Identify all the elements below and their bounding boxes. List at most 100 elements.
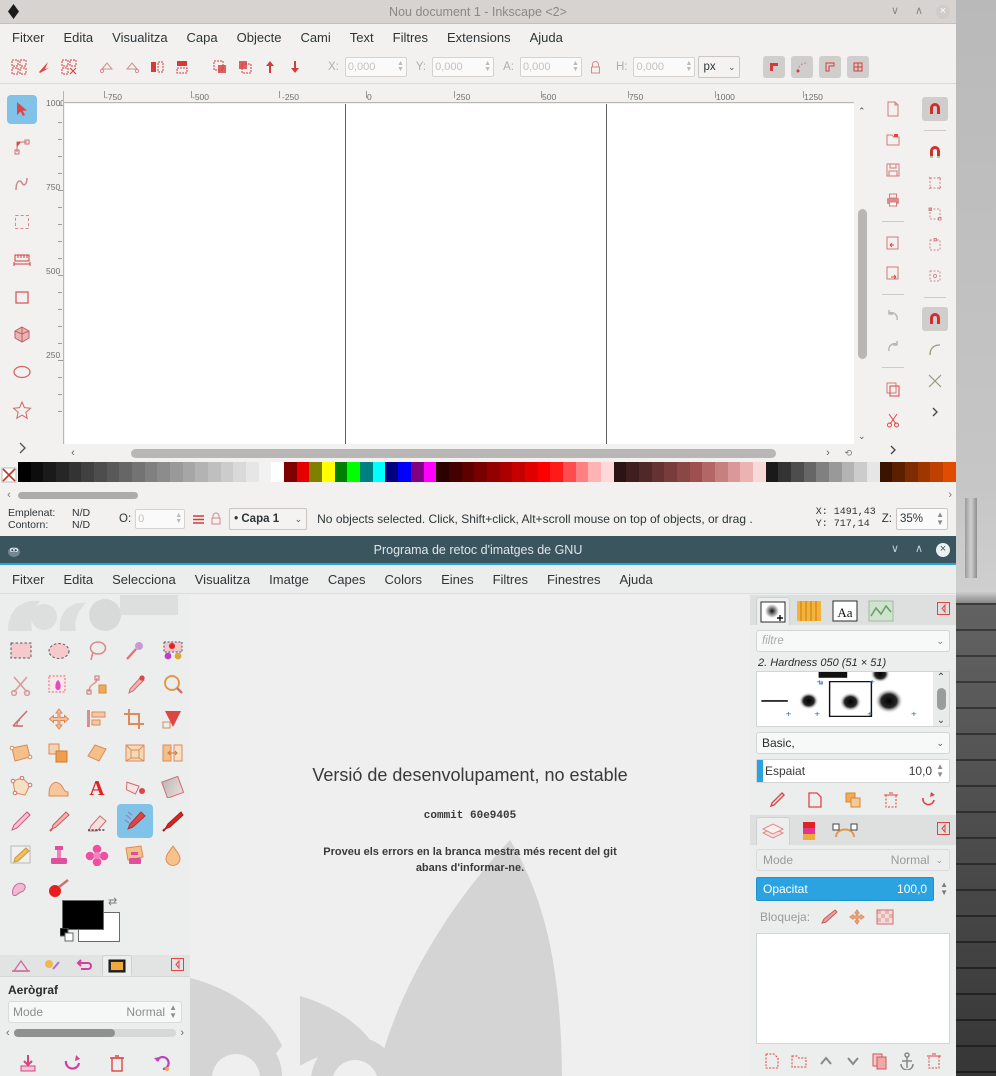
pencil-tool[interactable]	[3, 804, 39, 838]
layer-opacity-row[interactable]: Opacitat 100,0	[756, 877, 935, 901]
delete-tool-preset-icon[interactable]	[107, 1053, 127, 1073]
blur-sharpen-tool[interactable]	[155, 838, 191, 872]
scissors-select-tool[interactable]	[3, 668, 39, 702]
menu-item-capes[interactable]: Capes	[328, 572, 366, 587]
palette-swatch[interactable]	[562, 462, 576, 482]
a-field[interactable]: 0,000 ▲ ▼	[519, 57, 582, 77]
y-field[interactable]: 0,000 ▲ ▼	[432, 57, 495, 77]
raise-to-top-icon[interactable]	[209, 56, 231, 78]
palette-swatch[interactable]	[18, 462, 31, 482]
brush-filter-input[interactable]: filtre ⌄	[756, 630, 950, 652]
alignment-tool[interactable]	[79, 702, 115, 736]
layers-tab[interactable]	[756, 817, 790, 845]
palette-swatch[interactable]	[309, 462, 323, 482]
object-rotate-90-ccw-icon[interactable]	[96, 56, 118, 78]
lower-layer-icon[interactable]	[844, 1052, 862, 1070]
horizontal-ruler[interactable]: -750 -500 -250 0 250 500 750 1000 1250	[64, 91, 854, 103]
palette-swatch[interactable]	[867, 462, 880, 482]
palette-swatch[interactable]	[892, 462, 906, 482]
palette-swatch[interactable]	[854, 462, 868, 482]
palette-swatch[interactable]	[714, 462, 728, 482]
palette-swatch[interactable]	[30, 462, 44, 482]
foreground-color-swatch[interactable]	[62, 900, 104, 930]
default-colors-icon[interactable]	[60, 928, 74, 942]
ellipse-select-tool[interactable]	[41, 634, 77, 668]
images-tab[interactable]	[102, 955, 132, 976]
palette-swatch[interactable]	[94, 462, 107, 482]
menu-item-capa[interactable]: Capa	[187, 30, 218, 45]
palette-swatch[interactable]	[182, 462, 196, 482]
layer-list[interactable]	[756, 933, 950, 1044]
palette-swatch[interactable]	[271, 462, 285, 482]
palette-swatch[interactable]	[550, 462, 563, 482]
menu-item-ajuda[interactable]: Ajuda	[619, 572, 652, 587]
palette-swatch[interactable]	[829, 462, 842, 482]
units-select[interactable]: px ⌄	[698, 56, 741, 78]
menu-item-ajuda[interactable]: Ajuda	[530, 30, 563, 45]
crop-tool[interactable]	[117, 702, 153, 736]
undo-history-tab[interactable]	[70, 955, 100, 976]
toolbox-wilber-drop-area[interactable]	[0, 595, 190, 631]
palette-swatch[interactable]	[486, 462, 500, 482]
palette-swatch[interactable]	[144, 462, 158, 482]
save-document-icon[interactable]	[880, 158, 906, 182]
rectangle-tool[interactable]	[7, 283, 37, 312]
bezier-tool[interactable]	[7, 170, 37, 199]
close-icon[interactable]: ×	[936, 542, 950, 557]
foreground-background-color[interactable]: ⇄	[60, 896, 122, 942]
undo-icon[interactable]	[880, 304, 906, 328]
lower-icon[interactable]	[284, 56, 306, 78]
brush-grid-scrollbar[interactable]: ⌃ ⌄	[933, 672, 949, 726]
menu-item-edita[interactable]: Edita	[64, 572, 94, 587]
tool-options-tab[interactable]	[6, 955, 36, 976]
edit-brush-icon[interactable]	[768, 791, 786, 809]
menu-item-objecte[interactable]: Objecte	[237, 30, 282, 45]
warp-tool[interactable]	[41, 770, 77, 804]
palette-swatch[interactable]	[499, 462, 513, 482]
close-icon[interactable]: ×	[936, 4, 950, 19]
restore-tool-preset-icon[interactable]	[63, 1053, 83, 1073]
menu-item-selecciona[interactable]: Selecciona	[112, 572, 176, 587]
canvas-horizontal-scrollbar[interactable]: ‹ › ⟲	[65, 444, 854, 462]
gimp-empty-canvas[interactable]: Versió de desenvolupament, no estable co…	[190, 595, 750, 1076]
menu-item-filtres[interactable]: Filtres	[493, 572, 528, 587]
new-layer-group-icon[interactable]	[790, 1052, 808, 1070]
brush-spacing-row[interactable]: Espaiat 10,0 ▲ ▼	[756, 759, 950, 783]
clone-tool[interactable]	[41, 838, 77, 872]
horizontal-scroll-thumb[interactable]	[131, 448, 776, 458]
swap-colors-icon[interactable]: ⇄	[108, 895, 117, 908]
palette-swatch[interactable]	[740, 462, 753, 482]
ellipse-tool[interactable]	[7, 358, 37, 387]
palette-swatch[interactable]	[664, 462, 677, 482]
palette-swatch[interactable]	[132, 462, 145, 482]
inkscape-color-palette[interactable]	[0, 462, 956, 488]
scroll-down-arrow-icon[interactable]: ⌄	[858, 431, 866, 442]
rect-select-tool[interactable]	[3, 634, 39, 668]
rect-select-tool[interactable]	[7, 208, 37, 237]
palette-scrollbar[interactable]: ‹ ›	[0, 488, 956, 502]
snap-bounding-box-icon[interactable]	[763, 56, 786, 78]
new-layer-icon[interactable]	[763, 1052, 781, 1070]
foreground-select-tool[interactable]	[41, 668, 77, 702]
palette-swatch[interactable]	[233, 462, 247, 482]
select-all-layers-icon[interactable]	[33, 56, 55, 78]
cage-transform-tool[interactable]	[3, 770, 39, 804]
palette-swatch[interactable]	[157, 462, 171, 482]
scroll-up-arrow-icon[interactable]: ⌃	[937, 672, 945, 683]
channels-tab[interactable]	[792, 817, 826, 845]
fuzzy-select-tool[interactable]	[117, 634, 153, 668]
x-field[interactable]: 0,000 ▲ ▼	[344, 57, 407, 77]
menu-item-fitxer[interactable]: Fitxer	[12, 572, 45, 587]
new-brush-icon[interactable]	[806, 791, 824, 809]
palette-scroll-left-icon[interactable]: ‹	[0, 489, 18, 501]
palette-swatch[interactable]	[258, 462, 272, 482]
reset-tool-options-icon[interactable]	[152, 1053, 172, 1073]
zoom-tool[interactable]	[155, 668, 191, 702]
cut-icon[interactable]	[880, 408, 906, 432]
brush-grid[interactable]: + + + + + + ⌃ ⌄	[756, 671, 950, 727]
paths-tool[interactable]	[79, 668, 115, 702]
layer-lock-icon[interactable]	[210, 512, 222, 526]
lock-ratio-icon[interactable]	[585, 56, 607, 78]
palette-swatch[interactable]	[930, 462, 944, 482]
tool-options-slider-row[interactable]: ‹ ›	[6, 1027, 184, 1039]
